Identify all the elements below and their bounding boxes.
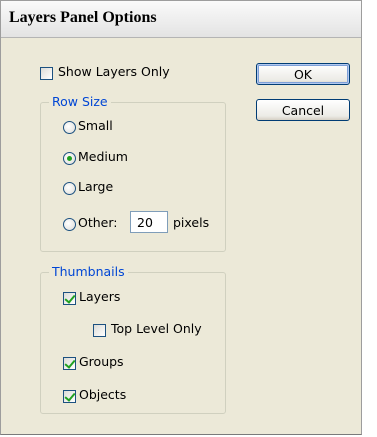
title-bar[interactable]: Layers Panel Options <box>1 1 361 38</box>
row-size-small-label: Small <box>78 118 113 133</box>
row-size-legend: Row Size <box>49 94 111 109</box>
row-size-small-radio[interactable] <box>63 121 76 134</box>
thumbnails-objects-checkbox[interactable] <box>63 390 76 403</box>
row-size-other-input[interactable] <box>130 211 168 233</box>
ok-button[interactable]: OK <box>256 63 350 85</box>
top-level-only-checkbox[interactable] <box>93 324 106 337</box>
cancel-button[interactable]: Cancel <box>256 99 350 121</box>
dialog-title: Layers Panel Options <box>9 9 157 26</box>
row-size-other-radio[interactable] <box>63 218 76 231</box>
thumbnails-layers-label: Layers <box>79 289 121 304</box>
row-size-medium-radio[interactable] <box>63 152 76 165</box>
thumbnails-legend: Thumbnails <box>49 264 128 279</box>
row-size-other-label: Other: <box>78 215 118 230</box>
top-level-only-label: Top Level Only <box>111 321 202 336</box>
layers-panel-options-dialog: Layers Panel Options Show Layers Only OK… <box>0 0 362 435</box>
show-layers-only-label: Show Layers Only <box>58 64 170 79</box>
row-size-other-unit: pixels <box>173 215 210 230</box>
show-layers-only-checkbox[interactable] <box>40 67 53 80</box>
thumbnails-objects-label: Objects <box>79 387 127 402</box>
row-size-medium-label: Medium <box>78 149 128 164</box>
row-size-large-radio[interactable] <box>63 182 76 195</box>
thumbnails-layers-checkbox[interactable] <box>63 292 76 305</box>
row-size-large-label: Large <box>78 179 114 194</box>
thumbnails-groups-label: Groups <box>79 354 124 369</box>
thumbnails-groups-checkbox[interactable] <box>63 357 76 370</box>
